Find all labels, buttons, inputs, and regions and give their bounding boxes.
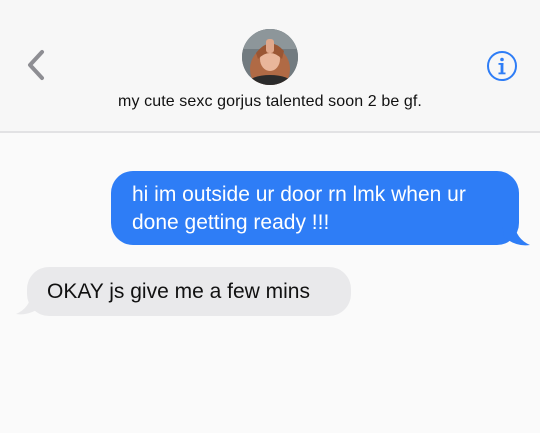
message-text: hi im outside ur door rn lmk when ur don… bbox=[132, 183, 466, 234]
info-button[interactable] bbox=[486, 50, 518, 82]
avatar-photo bbox=[242, 29, 298, 85]
message-text: OKAY js give me a few mins bbox=[47, 280, 310, 303]
contact-name[interactable]: my cute sexc gorjus talented soon 2 be g… bbox=[0, 93, 540, 111]
message-thread: hi im outside ur door rn lmk when ur don… bbox=[0, 133, 540, 433]
incoming-bubble-tail bbox=[16, 292, 44, 315]
back-button[interactable] bbox=[22, 47, 52, 83]
incoming-message-bubble[interactable]: OKAY js give me a few mins bbox=[27, 267, 351, 316]
contact-avatar[interactable] bbox=[242, 29, 298, 85]
chevron-left-icon bbox=[28, 50, 44, 80]
outgoing-message-bubble[interactable]: hi im outside ur door rn lmk when ur don… bbox=[111, 171, 519, 245]
conversation-header: my cute sexc gorjus talented soon 2 be g… bbox=[0, 0, 540, 133]
outgoing-bubble-tail bbox=[502, 223, 530, 246]
info-icon bbox=[487, 51, 517, 81]
